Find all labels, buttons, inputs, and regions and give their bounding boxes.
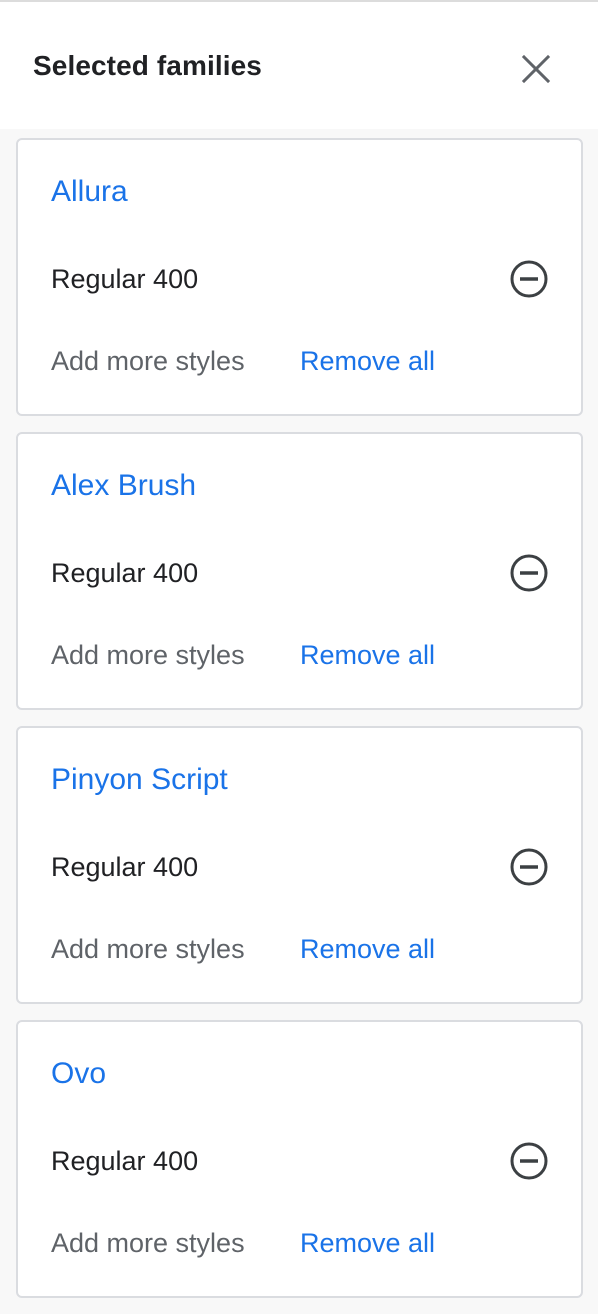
close-button[interactable] xyxy=(514,47,558,91)
add-more-styles-button[interactable]: Add more styles xyxy=(51,635,245,675)
panel-title: Selected families xyxy=(33,50,262,81)
style-label: Regular 400 xyxy=(51,558,199,588)
panel-header: Selected families xyxy=(0,2,598,129)
remove-style-button[interactable] xyxy=(507,1139,551,1183)
family-name-link[interactable]: Allura xyxy=(51,172,128,212)
remove-circle-icon xyxy=(510,848,548,886)
family-card-alex-brush: Alex Brush Regular 400 Add more styles R… xyxy=(16,432,583,710)
family-name-link[interactable]: Ovo xyxy=(51,1054,106,1094)
selected-families-list: Allura Regular 400 Add more styles Remov… xyxy=(16,138,584,1314)
add-more-styles-button[interactable]: Add more styles xyxy=(51,929,245,969)
remove-all-button[interactable]: Remove all xyxy=(300,635,435,675)
remove-style-button[interactable] xyxy=(507,257,551,301)
remove-style-button[interactable] xyxy=(507,845,551,889)
remove-all-button[interactable]: Remove all xyxy=(300,929,435,969)
add-more-styles-button[interactable]: Add more styles xyxy=(51,341,245,381)
remove-circle-icon xyxy=(510,260,548,298)
style-label: Regular 400 xyxy=(51,264,199,294)
family-card-ovo: Ovo Regular 400 Add more styles Remove a… xyxy=(16,1020,583,1298)
remove-style-button[interactable] xyxy=(507,551,551,595)
remove-all-button[interactable]: Remove all xyxy=(300,341,435,381)
remove-circle-icon xyxy=(510,554,548,592)
style-label: Regular 400 xyxy=(51,1146,199,1176)
remove-circle-icon xyxy=(510,1142,548,1180)
family-name-link[interactable]: Alex Brush xyxy=(51,466,196,506)
family-name-link[interactable]: Pinyon Script xyxy=(51,760,228,800)
add-more-styles-button[interactable]: Add more styles xyxy=(51,1223,245,1263)
family-card-pinyon-script: Pinyon Script Regular 400 Add more style… xyxy=(16,726,583,1004)
remove-all-button[interactable]: Remove all xyxy=(300,1223,435,1263)
family-card-allura: Allura Regular 400 Add more styles Remov… xyxy=(16,138,583,416)
close-icon xyxy=(521,54,551,84)
style-label: Regular 400 xyxy=(51,852,199,882)
